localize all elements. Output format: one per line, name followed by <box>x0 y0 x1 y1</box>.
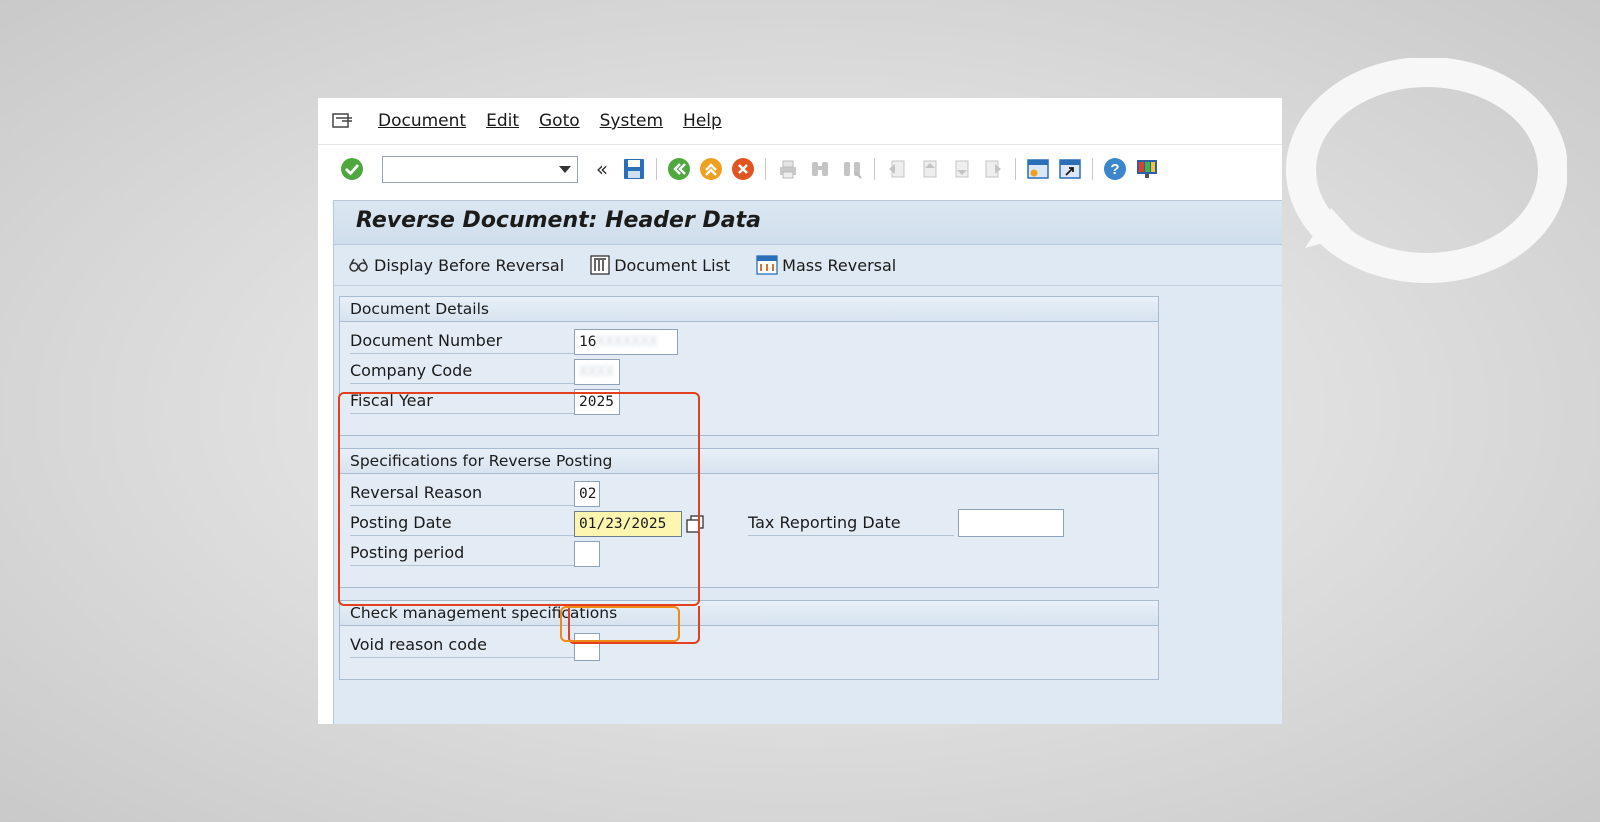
speech-bubble-icon <box>1286 58 1567 283</box>
calendar-help-icon[interactable] <box>686 515 704 533</box>
toolbar-separator <box>765 158 766 180</box>
menu-system[interactable]: System <box>600 111 663 131</box>
reverse-posting-group: Specifications for Reverse Posting Rever… <box>339 448 1159 588</box>
reverse-posting-header: Specifications for Reverse Posting <box>340 449 1158 474</box>
toolbar-separator <box>874 158 875 180</box>
first-page-icon[interactable] <box>883 155 911 183</box>
document-details-header: Document Details <box>340 297 1158 322</box>
tax-reporting-date-label: Tax Reporting Date <box>748 513 954 536</box>
find-icon[interactable] <box>806 155 834 183</box>
menu-goto-label: Goto <box>539 111 580 131</box>
command-field[interactable] <box>382 155 578 183</box>
posting-period-label: Posting period <box>350 543 574 566</box>
document-number-field[interactable]: 16XXXXXXX <box>574 329 678 355</box>
reversal-reason-value: 02 <box>579 486 597 502</box>
print-icon[interactable] <box>774 155 802 183</box>
command-input[interactable] <box>386 157 550 183</box>
reversal-reason-field[interactable]: 02 <box>574 481 600 507</box>
display-before-reversal-label: Display Before Reversal <box>374 255 565 275</box>
company-code-label: Company Code <box>350 361 574 384</box>
menu-help[interactable]: Help <box>683 111 722 131</box>
document-number-redacted: XXXXXXX <box>596 334 658 350</box>
next-page-icon[interactable] <box>947 155 975 183</box>
shortcut-icon[interactable] <box>1056 155 1084 183</box>
posting-period-field[interactable] <box>574 541 600 567</box>
system-menu-icon[interactable] <box>332 111 358 131</box>
document-number-value: 16 <box>579 334 597 350</box>
document-list-button[interactable]: Document List <box>590 255 730 275</box>
display-before-reversal-button[interactable]: Display Before Reversal <box>348 256 564 275</box>
menu-help-label: Help <box>683 111 722 131</box>
menu-document-label: Document <box>378 111 467 131</box>
previous-page-icon[interactable] <box>915 155 943 183</box>
menu-bar: Document Edit Goto System Help <box>318 98 1282 145</box>
help-icon[interactable]: ? <box>1101 155 1129 183</box>
check-management-header: Check management specifications <box>340 601 1158 626</box>
enter-check-icon[interactable] <box>338 155 366 183</box>
company-code-redacted: XXXX <box>579 364 614 380</box>
posting-date-value: 01/23/2025 <box>579 516 667 532</box>
posting-date-field[interactable]: 01/23/2025 <box>574 511 682 537</box>
main-content: Reverse Document: Header Data Display Be… <box>333 200 1282 724</box>
customize-layout-icon[interactable] <box>1133 155 1161 183</box>
cancel-icon[interactable] <box>729 155 757 183</box>
toolbar-separator <box>1092 158 1093 180</box>
toolbar-separator <box>656 158 657 180</box>
menu-goto[interactable]: Goto <box>539 111 580 131</box>
document-details-group: Document Details Document Number 16XXXXX… <box>339 296 1159 436</box>
menu-edit-label: Edit <box>486 111 519 131</box>
menu-document[interactable]: Document <box>378 111 466 131</box>
last-page-icon[interactable] <box>979 155 1007 183</box>
void-reason-code-label: Void reason code <box>350 635 574 658</box>
find-next-icon[interactable] <box>838 155 866 183</box>
svg-text:?: ? <box>1110 161 1119 178</box>
sap-window: Document Edit Goto System Help « ? Rever… <box>318 98 1282 724</box>
document-number-label: Document Number <box>350 331 574 354</box>
standard-toolbar: « ? <box>318 145 1282 193</box>
title-bar: Reverse Document: Header Data <box>334 200 1282 245</box>
void-reason-code-field[interactable] <box>574 633 600 661</box>
mass-reversal-label: Mass Reversal <box>782 255 897 275</box>
glasses-icon <box>349 258 368 272</box>
save-icon[interactable] <box>620 155 648 183</box>
fiscal-year-value: 2025 <box>579 394 614 410</box>
tax-reporting-date-field[interactable] <box>958 509 1064 537</box>
company-code-field[interactable]: XXXX <box>574 359 620 385</box>
menu-system-label: System <box>599 111 664 131</box>
back-icon[interactable] <box>665 155 693 183</box>
menu-edit[interactable]: Edit <box>486 111 519 131</box>
reversal-reason-label: Reversal Reason <box>350 483 574 506</box>
exit-icon[interactable] <box>697 155 725 183</box>
double-chevron-left-icon[interactable]: « <box>588 155 616 183</box>
mass-reversal-button[interactable]: Mass Reversal <box>756 254 896 276</box>
create-session-icon[interactable] <box>1024 155 1052 183</box>
toolbar-separator <box>1015 158 1016 180</box>
list-icon <box>590 255 610 275</box>
document-list-label: Document List <box>614 255 731 275</box>
page-title: Reverse Document: Header Data <box>356 208 761 233</box>
mass-reversal-icon <box>756 255 778 275</box>
posting-date-label: Posting Date <box>350 513 574 536</box>
fiscal-year-field[interactable]: 2025 <box>574 389 620 415</box>
application-toolbar: Display Before Reversal Document List Ma… <box>334 245 1282 286</box>
chevron-down-icon[interactable] <box>559 165 571 173</box>
fiscal-year-label: Fiscal Year <box>350 391 574 414</box>
check-management-group: Check management specifications Void rea… <box>339 600 1159 680</box>
